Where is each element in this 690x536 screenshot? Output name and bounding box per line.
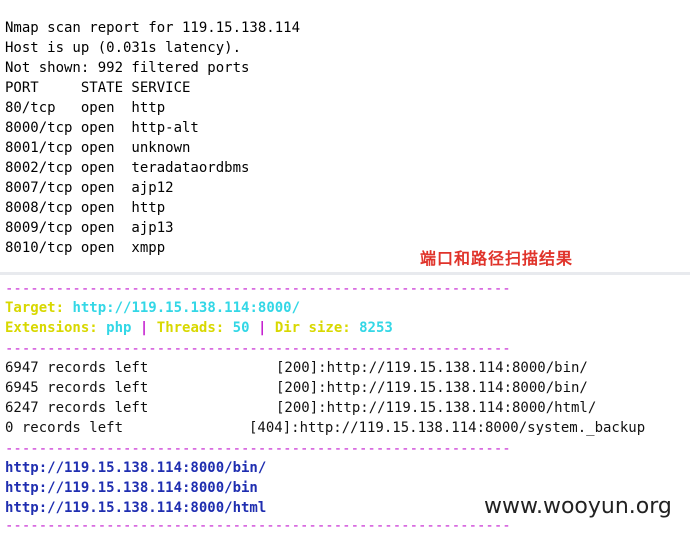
nmap-line: Not shown: 992 filtered ports xyxy=(5,60,250,76)
pipe: | xyxy=(257,320,267,336)
port-row: 8002/tcp open teradataordbms xyxy=(5,160,250,176)
target-line: Target: http://119.15.138.114:8000/ xyxy=(5,298,300,318)
nmap-line: Host is up (0.031s latency). xyxy=(5,40,242,56)
found-url: http://119.15.138.114:8000/bin/ xyxy=(5,460,267,476)
found-url: http://119.15.138.114:8000/html xyxy=(5,500,267,516)
records-left: 6945 records left xyxy=(5,380,149,396)
records-left: 6247 records left xyxy=(5,400,149,416)
caption-label: 端口和路径扫描结果 xyxy=(420,249,574,268)
extensions-value: php xyxy=(106,320,132,336)
nmap-line: Nmap scan report for 119.15.138.114 xyxy=(5,20,301,36)
target-value: http://119.15.138.114:8000/ xyxy=(72,300,301,316)
target-label: Target: xyxy=(5,300,65,316)
port-row: 8007/tcp open ajp12 xyxy=(5,180,174,196)
config-line: Extensions: php | Threads: 50 | Dir size… xyxy=(5,318,393,338)
record-result: [404]:http://119.15.138.114:8000/system.… xyxy=(249,420,646,436)
port-row: 8010/tcp open xmpp xyxy=(5,240,166,256)
port-row: 80/tcp open http xyxy=(5,100,166,116)
records-left: 6947 records left xyxy=(5,360,149,376)
port-row: 8001/tcp open unknown xyxy=(5,140,191,156)
threads-value: 50 xyxy=(232,320,250,336)
threads-label: Threads: xyxy=(156,320,225,336)
watermark: www.wooyun.org xyxy=(484,494,672,519)
separator-line: ----------------------------------------… xyxy=(5,518,511,534)
extensions-label: Extensions: xyxy=(5,320,98,336)
separator-line: ----------------------------------------… xyxy=(5,441,511,457)
record-result: [200]:http://119.15.138.114:8000/bin/ xyxy=(276,360,588,376)
port-row: 8000/tcp open http-alt xyxy=(5,120,199,136)
image-divider xyxy=(0,272,690,275)
dirsize-value: 8253 xyxy=(359,320,393,336)
dirsize-label: Dir size: xyxy=(274,320,351,336)
port-row: 8009/tcp open ajp13 xyxy=(5,220,174,236)
records-left: 0 records left xyxy=(5,420,124,436)
separator-line: ----------------------------------------… xyxy=(5,341,511,357)
pipe: | xyxy=(139,320,149,336)
separator-line: ----------------------------------------… xyxy=(5,281,511,297)
record-result: [200]:http://119.15.138.114:8000/bin/ xyxy=(276,380,588,396)
found-url: http://119.15.138.114:8000/bin xyxy=(5,480,258,496)
port-row: 8008/tcp open http xyxy=(5,200,166,216)
nmap-header: PORT STATE SERVICE xyxy=(5,80,191,96)
record-result: [200]:http://119.15.138.114:8000/html/ xyxy=(276,400,597,416)
